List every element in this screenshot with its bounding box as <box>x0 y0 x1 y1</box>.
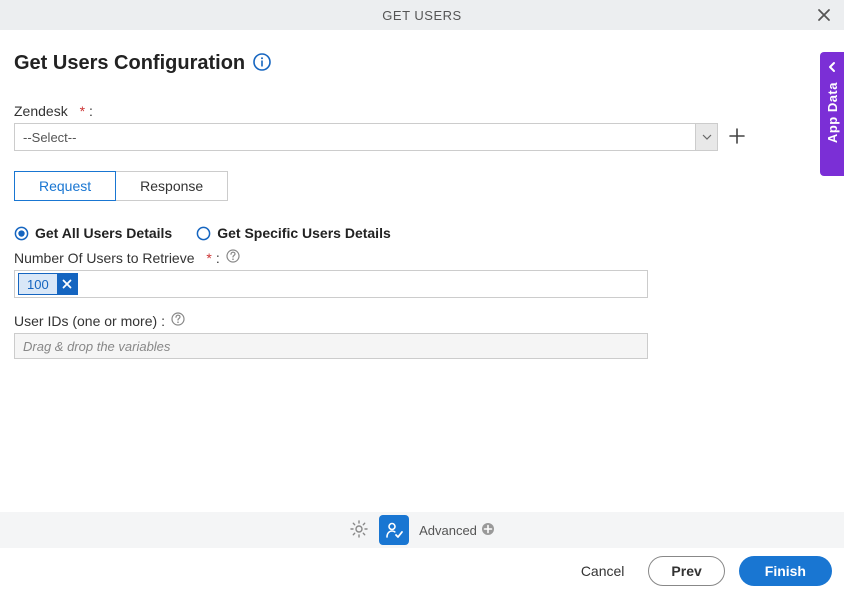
user-ids-placeholder: Drag & drop the variables <box>23 339 170 354</box>
prev-button[interactable]: Prev <box>648 556 724 586</box>
page-title-row: Get Users Configuration <box>14 52 830 75</box>
num-users-label-text: Number Of Users to Retrieve <box>14 250 195 266</box>
radio-unselected-icon <box>196 226 211 241</box>
plus-icon <box>728 127 746 145</box>
help-icon[interactable] <box>171 312 185 329</box>
page-title: Get Users Configuration <box>14 52 245 75</box>
spacer <box>72 103 76 119</box>
tab-request[interactable]: Request <box>14 171 116 201</box>
finish-button[interactable]: Finish <box>739 556 832 586</box>
chevron-left-icon <box>827 60 837 76</box>
radio-get-all-users[interactable]: Get All Users Details <box>14 225 172 241</box>
user-ids-label: User IDs (one or more): <box>14 312 830 329</box>
zendesk-select-value: --Select-- <box>15 130 695 145</box>
finish-label: Finish <box>765 563 806 579</box>
required-marker: * <box>206 250 211 266</box>
colon: : <box>89 103 93 119</box>
user-ids-label-text: User IDs (one or more) <box>14 313 157 329</box>
help-icon[interactable] <box>226 249 240 266</box>
cancel-button[interactable]: Cancel <box>571 557 635 585</box>
prev-label: Prev <box>671 563 701 579</box>
close-icon <box>816 7 832 23</box>
user-check-icon <box>384 520 404 540</box>
zendesk-label-text: Zendesk <box>14 103 68 119</box>
spacer <box>199 250 203 266</box>
required-marker: * <box>80 103 85 119</box>
zendesk-dropdown-button[interactable] <box>695 124 717 150</box>
tab-request-label: Request <box>39 178 91 194</box>
user-ids-field[interactable]: Drag & drop the variables <box>14 333 648 359</box>
num-users-chip-value: 100 <box>19 274 57 294</box>
radio-selected-icon <box>14 226 29 241</box>
settings-button[interactable] <box>349 519 369 542</box>
app-data-side-tab[interactable]: App Data <box>820 52 844 176</box>
gear-icon <box>349 519 369 539</box>
plus-circle-icon <box>481 522 495 539</box>
bottom-toolbar: Advanced <box>0 512 844 548</box>
colon: : <box>216 250 220 266</box>
radio-get-specific-users[interactable]: Get Specific Users Details <box>196 225 391 241</box>
tab-response-label: Response <box>140 178 203 194</box>
add-zendesk-button[interactable] <box>728 127 746 148</box>
user-mode-button[interactable] <box>379 515 409 545</box>
num-users-field[interactable]: 100 <box>14 270 648 298</box>
tabs: Request Response <box>14 171 830 201</box>
num-users-label: Number Of Users to Retrieve *: <box>14 249 830 266</box>
chevron-down-icon <box>702 134 712 140</box>
advanced-label: Advanced <box>419 523 477 538</box>
zendesk-select[interactable]: --Select-- <box>14 123 718 151</box>
modal-title: GET USERS <box>0 8 844 23</box>
num-users-chip-remove[interactable] <box>57 274 77 294</box>
radio-all-label: Get All Users Details <box>35 225 172 241</box>
footer: Cancel Prev Finish <box>0 548 844 594</box>
close-icon <box>62 279 72 289</box>
radio-row: Get All Users Details Get Specific Users… <box>14 225 830 241</box>
num-users-chip: 100 <box>18 273 78 295</box>
content-area: Get Users Configuration Zendesk *: --Sel… <box>0 30 844 359</box>
modal-header: GET USERS <box>0 0 844 30</box>
zendesk-label: Zendesk *: <box>14 103 830 119</box>
info-icon[interactable] <box>253 53 271 74</box>
tab-response[interactable]: Response <box>116 171 228 201</box>
cancel-label: Cancel <box>581 563 625 579</box>
close-button[interactable] <box>812 3 836 27</box>
zendesk-select-row: --Select-- <box>14 123 830 151</box>
advanced-button[interactable]: Advanced <box>419 522 495 539</box>
radio-specific-label: Get Specific Users Details <box>217 225 391 241</box>
colon: : <box>161 313 165 329</box>
side-tab-label: App Data <box>825 82 840 143</box>
